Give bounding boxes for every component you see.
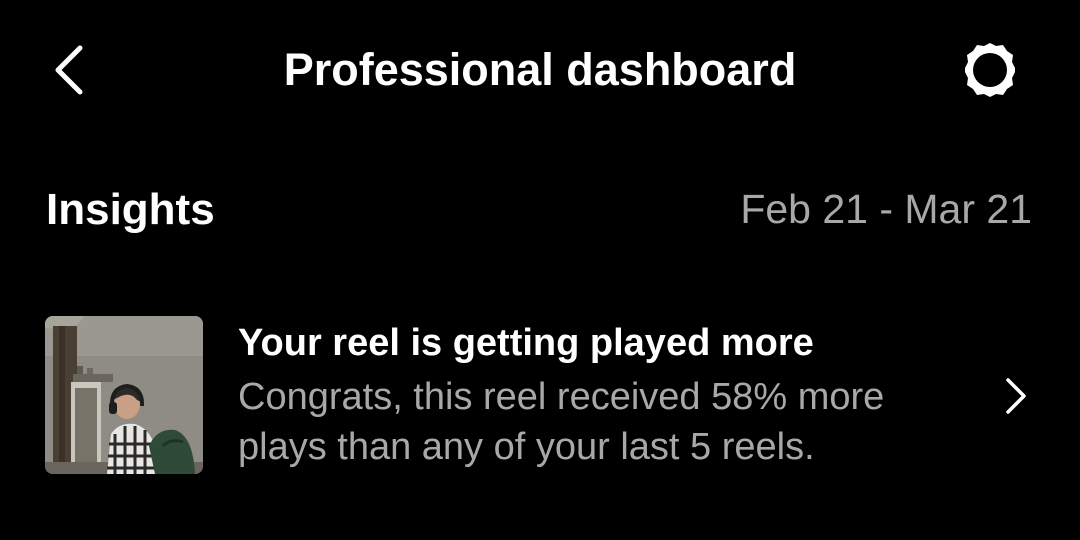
- reel-thumbnail-image: [45, 316, 203, 474]
- settings-button[interactable]: [950, 34, 1030, 106]
- dashboard-screen: Professional dashboard Insights Feb 21 -…: [0, 0, 1080, 540]
- insight-text: Your reel is getting played more Congrat…: [238, 318, 978, 472]
- insights-heading: Insights: [46, 185, 215, 234]
- date-range-selector[interactable]: Feb 21 - Mar 21: [740, 184, 1032, 234]
- gear-icon: [965, 43, 1015, 97]
- insight-title: Your reel is getting played more: [238, 322, 814, 364]
- reel-thumbnail[interactable]: [45, 316, 203, 474]
- open-insight-button[interactable]: [996, 372, 1036, 420]
- top-bar: Professional dashboard: [0, 0, 1080, 140]
- page-title: Professional dashboard: [283, 44, 797, 95]
- chevron-right-icon: [1006, 378, 1026, 414]
- insight-description: Congrats, this reel received 58% more pl…: [238, 376, 885, 468]
- insight-card[interactable]: Your reel is getting played more Congrat…: [0, 300, 1080, 490]
